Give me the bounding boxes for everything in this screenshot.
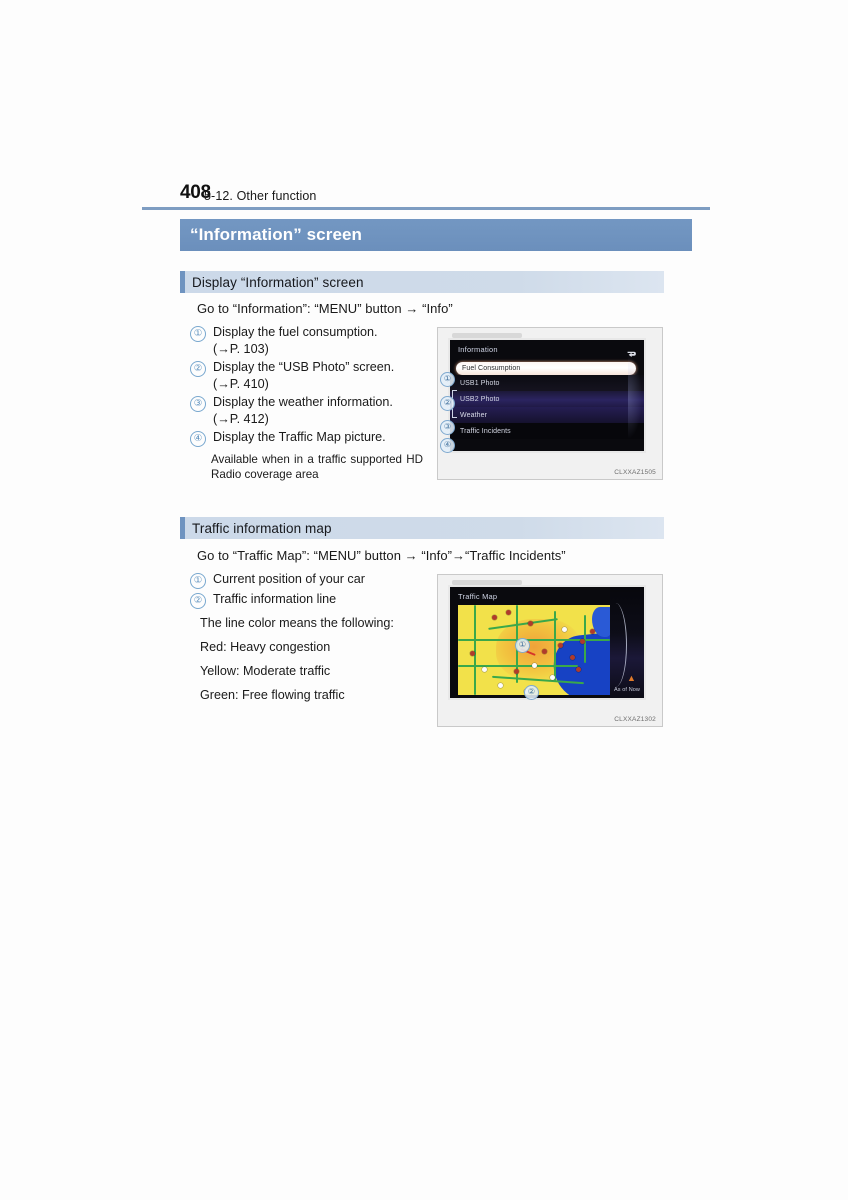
list-item: ② Traffic information line [190,591,434,609]
map-poi-marker [550,675,555,680]
section-title-bar: “Information” screen [180,219,692,251]
callout-number-3: ③ [190,396,206,412]
traffic-map-display: Traffic Map ▲ As of Now [448,585,646,700]
map-city-marker [570,655,575,660]
figure-callout-1: ① [440,372,455,387]
map-city-marker [576,667,581,672]
page-header: 408 5-12. Other function [142,180,710,204]
menu-item-usb1-photo[interactable]: USB1 Photo [450,375,644,391]
callout-body-1: Display the fuel consumption. (→P. 103) [213,324,378,357]
section-title: “Information” screen [190,225,363,244]
callout-ref-3: (→P. 412) [213,411,269,426]
legend-intro: The line color means the following: [200,616,394,630]
figure-information-screen: Information Fuel Consumption USB1 Photo … [437,327,663,480]
map-city-marker [492,615,497,620]
header-section-title: 5-12. Other function [204,188,317,203]
map-road [474,605,476,695]
callout-body-3: Display the weather information. (→P. 41… [213,394,428,427]
callout-list-1: ① Display the fuel consumption. (→P. 103… [190,324,434,486]
callout-number-5: ① [190,573,206,589]
legend-yellow: Yellow: Moderate traffic [200,664,331,678]
callout-ref-1: (→P. 103) [213,341,269,356]
map-canvas[interactable] [458,605,610,695]
callout-text-1: Display the fuel consumption. [213,325,378,339]
availability-note: Available when in a traffic supported HD… [211,453,423,481]
map-city-marker [542,649,547,654]
goto-path-2: Go to “Traffic Map”: “MENU” button → “In… [197,548,566,563]
figure-callout-3: ③ [440,420,455,435]
callout-text-6: Traffic information line [213,592,337,606]
callout-ref-2: (→P. 410) [213,376,269,391]
map-status-label: As of Now [614,687,640,693]
callout-number-2: ② [190,361,206,377]
menu-item-usb2-photo[interactable]: USB2 Photo [450,391,644,407]
map-city-marker [558,643,563,648]
map-road [458,639,610,641]
figure-code-2: CLXXAZ1302 [614,716,656,723]
map-road [554,611,556,681]
menu-item-weather[interactable]: Weather [450,407,644,423]
subsection-header-traffic-information-map: Traffic information map [180,517,664,539]
callout-body-4: Display the Traffic Map picture. [213,430,386,444]
page-number: 408 [180,182,211,203]
callout-text-3: Display the weather information. [213,395,393,409]
figure-callout-traffic-line: ② [524,685,539,700]
map-poi-marker [498,683,503,688]
map-poi-marker [482,667,487,672]
subsection-title-2: Traffic information map [192,520,332,536]
figure-code-1: CLXXAZ1505 [614,469,656,476]
map-city-marker [528,621,533,626]
map-city-marker [514,669,519,674]
menu-item-traffic-incidents[interactable]: Traffic Incidents [450,423,644,439]
legend-red: Red: Heavy congestion [200,640,331,654]
legend-green: Green: Free flowing traffic [200,688,345,702]
map-city-marker [580,639,585,644]
menu-item-fuel-consumption[interactable]: Fuel Consumption [456,362,636,375]
figure-callout-current-position: ① [515,638,530,653]
list-item: ② Display the “USB Photo” screen. (→P. 4… [190,359,434,392]
map-city-marker [590,629,595,634]
screen-title-traffic-map: Traffic Map [458,592,498,601]
callout-list-2: ① Current position of your car ② Traffic… [190,571,434,711]
subsection-title-1: Display “Information” screen [192,274,364,290]
map-poi-marker [532,663,537,668]
list-item: ④ Display the Traffic Map picture. [190,429,434,447]
manual-page: 408 5-12. Other function “Information” s… [0,0,848,1200]
list-item: ① Current position of your car [190,571,434,589]
list-item: ③ Display the weather information. (→P. … [190,394,434,427]
map-city-marker [506,610,511,615]
information-screen-display: Information Fuel Consumption USB1 Photo … [448,338,646,453]
list-item: ① Display the fuel consumption. (→P. 103… [190,324,434,357]
callout-number-4: ④ [190,431,206,447]
callout-body-2: Display the “USB Photo” screen. (→P. 410… [213,359,428,392]
callout-number-1: ① [190,326,206,342]
map-poi-marker [562,627,567,632]
figure-callout-2: ② [440,396,455,411]
map-city-marker [470,651,475,656]
subsection-header-display-information: Display “Information” screen [180,271,664,293]
callout-number-6: ② [190,593,206,609]
back-arrow-icon[interactable] [626,345,637,358]
callout-text-5: Current position of your car [213,572,365,586]
callout-text-2: Display the “USB Photo” screen. [213,360,395,374]
figure-callout-4: ④ [440,438,455,453]
header-divider-rule [142,207,710,210]
traffic-status-icon: ▲ [627,673,636,683]
information-menu-list: Fuel Consumption USB1 Photo USB2 Photo W… [450,362,644,439]
goto-path-1: Go to “Information”: “MENU” button → “In… [197,301,453,316]
screen-title-information: Information [458,345,498,354]
map-road [458,665,578,667]
figure-traffic-map: Traffic Map ▲ As of Now ① ② CLXXAZ1302 [437,574,663,727]
